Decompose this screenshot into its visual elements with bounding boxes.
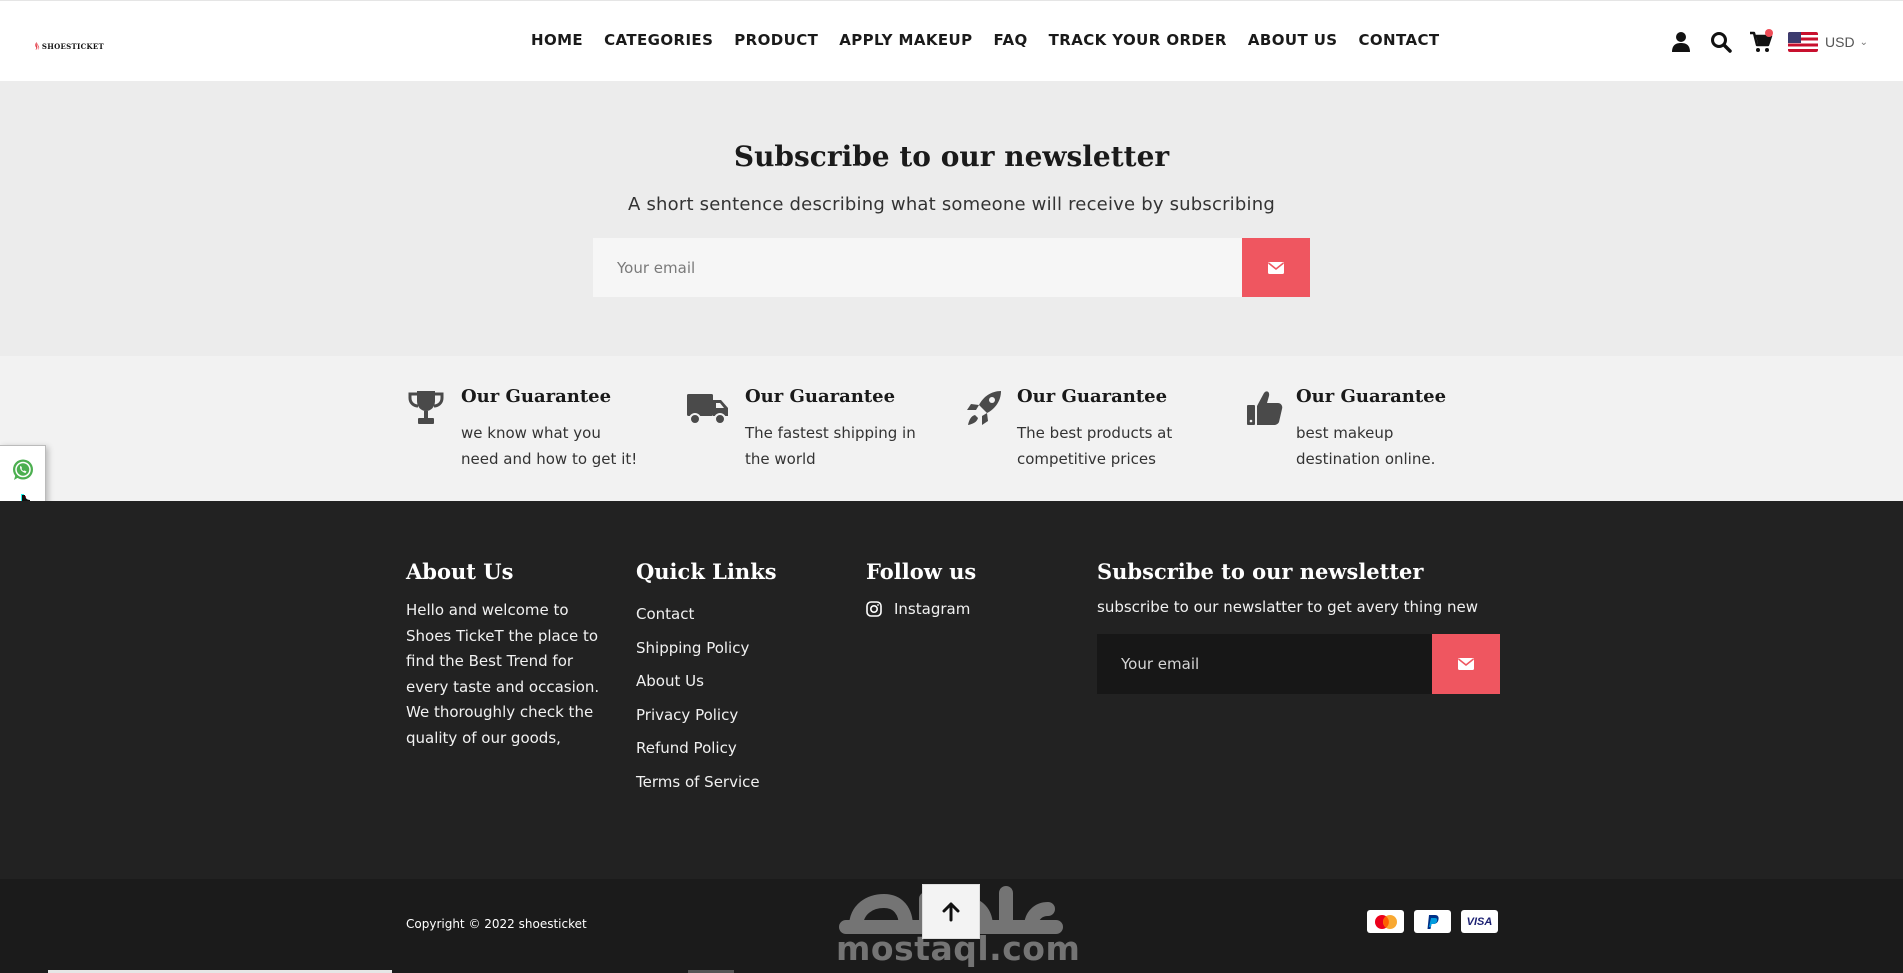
footer-link-privacy-policy[interactable]: Privacy Policy xyxy=(636,699,777,733)
bottom-bar: Copyright © 2022 shoesticket mostaql.com… xyxy=(0,879,1903,973)
envelope-icon xyxy=(1268,261,1284,274)
logo[interactable]: SHOESTICKET xyxy=(34,27,104,65)
guarantee-section: Our Guarantee we know what you need and … xyxy=(0,356,1903,501)
footer-newsletter: Subscribe to our newsletter subscribe to… xyxy=(1097,559,1500,694)
guarantee-title: Our Guarantee xyxy=(461,386,612,407)
site-header: SHOESTICKET HOME CATEGORIES PRODUCT APPL… xyxy=(0,0,1903,82)
guarantee-title: Our Guarantee xyxy=(745,386,896,407)
logo-icon xyxy=(35,42,40,50)
footer-about-title: About Us xyxy=(406,559,514,584)
visa-icon: VISA xyxy=(1461,910,1498,933)
back-to-top-button[interactable] xyxy=(922,884,980,939)
guarantee-text: The fastest shipping in the world xyxy=(745,424,916,468)
guarantee-title: Our Guarantee xyxy=(1017,386,1168,407)
newsletter-section: Subscribe to our newsletter A short sent… xyxy=(0,82,1903,356)
nav-track-order[interactable]: TRACK YOUR ORDER xyxy=(1049,31,1227,49)
paypal-icon xyxy=(1414,910,1451,933)
envelope-icon xyxy=(1458,658,1474,670)
main-nav: HOME CATEGORIES PRODUCT APPLY MAKEUP FAQ… xyxy=(531,31,1461,49)
site-footer: About Us Hello and welcome to Shoes Tick… xyxy=(0,501,1903,879)
newsletter-submit-button[interactable] xyxy=(1242,238,1310,297)
footer-instagram-link[interactable]: Instagram xyxy=(866,600,976,618)
footer-follow-title: Follow us xyxy=(866,559,977,584)
user-icon[interactable] xyxy=(1668,29,1694,55)
search-icon[interactable] xyxy=(1708,29,1734,55)
us-flag-icon xyxy=(1788,32,1818,52)
truck-icon xyxy=(687,394,728,425)
rocket-icon xyxy=(967,391,1001,425)
cart-icon[interactable] xyxy=(1748,29,1774,55)
footer-newsletter-title: Subscribe to our newsletter xyxy=(1097,559,1424,584)
nav-faq[interactable]: FAQ xyxy=(994,31,1028,49)
arrow-up-icon xyxy=(942,902,960,921)
instagram-label: Instagram xyxy=(894,600,971,618)
payment-methods: VISA xyxy=(1367,910,1498,933)
footer-quick-links: Quick Links Contact Shipping Policy Abou… xyxy=(636,559,777,799)
mastercard-icon xyxy=(1367,910,1404,933)
nav-contact[interactable]: CONTACT xyxy=(1359,31,1440,49)
footer-links-list: Contact Shipping Policy About Us Privacy… xyxy=(636,598,777,799)
instagram-icon xyxy=(866,601,882,617)
newsletter-email-input[interactable] xyxy=(593,238,1242,297)
newsletter-form xyxy=(593,238,1310,297)
footer-email-input[interactable] xyxy=(1097,634,1432,694)
footer-about: About Us Hello and welcome to Shoes Tick… xyxy=(406,559,601,751)
thumbs-up-icon xyxy=(1247,391,1283,425)
nav-categories[interactable]: CATEGORIES xyxy=(604,31,713,49)
footer-link-shipping-policy[interactable]: Shipping Policy xyxy=(636,632,777,666)
chevron-down-icon: ⌄ xyxy=(1859,36,1868,48)
header-actions: USD ⌄ xyxy=(1668,29,1868,55)
logo-text: SHOESTICKET xyxy=(41,41,104,51)
cart-badge xyxy=(1765,29,1773,37)
footer-quick-links-title: Quick Links xyxy=(636,559,777,584)
currency-selector[interactable]: USD ⌄ xyxy=(1788,32,1868,52)
newsletter-title: Subscribe to our newsletter xyxy=(733,140,1170,173)
visa-label: VISA xyxy=(1466,915,1493,928)
footer-link-refund-policy[interactable]: Refund Policy xyxy=(636,732,777,766)
currency-label: USD xyxy=(1825,34,1855,50)
footer-follow: Follow us Instagram xyxy=(866,559,976,618)
guarantee-text: The best products at competitive prices xyxy=(1017,424,1173,468)
newsletter-subtitle: A short sentence describing what someone… xyxy=(628,194,1275,215)
footer-newsletter-submit-button[interactable] xyxy=(1432,634,1500,694)
trophy-icon xyxy=(408,391,444,424)
footer-newsletter-text: subscribe to our newslatter to get avery… xyxy=(1097,598,1478,616)
guarantee-title: Our Guarantee xyxy=(1296,386,1447,407)
footer-about-text: Hello and welcome to Shoes TickeT the pl… xyxy=(406,601,600,747)
guarantee-text: we know what you need and how to get it! xyxy=(461,424,638,468)
footer-link-terms-of-service[interactable]: Terms of Service xyxy=(636,766,777,800)
copyright-text: Copyright © 2022 shoesticket xyxy=(406,917,587,931)
whatsapp-icon[interactable] xyxy=(11,458,35,482)
nav-about-us[interactable]: ABOUT US xyxy=(1248,31,1338,49)
guarantee-text: best makeup destination online. xyxy=(1296,424,1436,468)
nav-apply-makeup[interactable]: APPLY MAKEUP xyxy=(839,31,972,49)
footer-link-about-us[interactable]: About Us xyxy=(636,665,777,699)
footer-newsletter-form xyxy=(1097,634,1500,694)
nav-home[interactable]: HOME xyxy=(531,31,583,49)
footer-link-contact[interactable]: Contact xyxy=(636,598,777,632)
nav-product[interactable]: PRODUCT xyxy=(734,31,818,49)
